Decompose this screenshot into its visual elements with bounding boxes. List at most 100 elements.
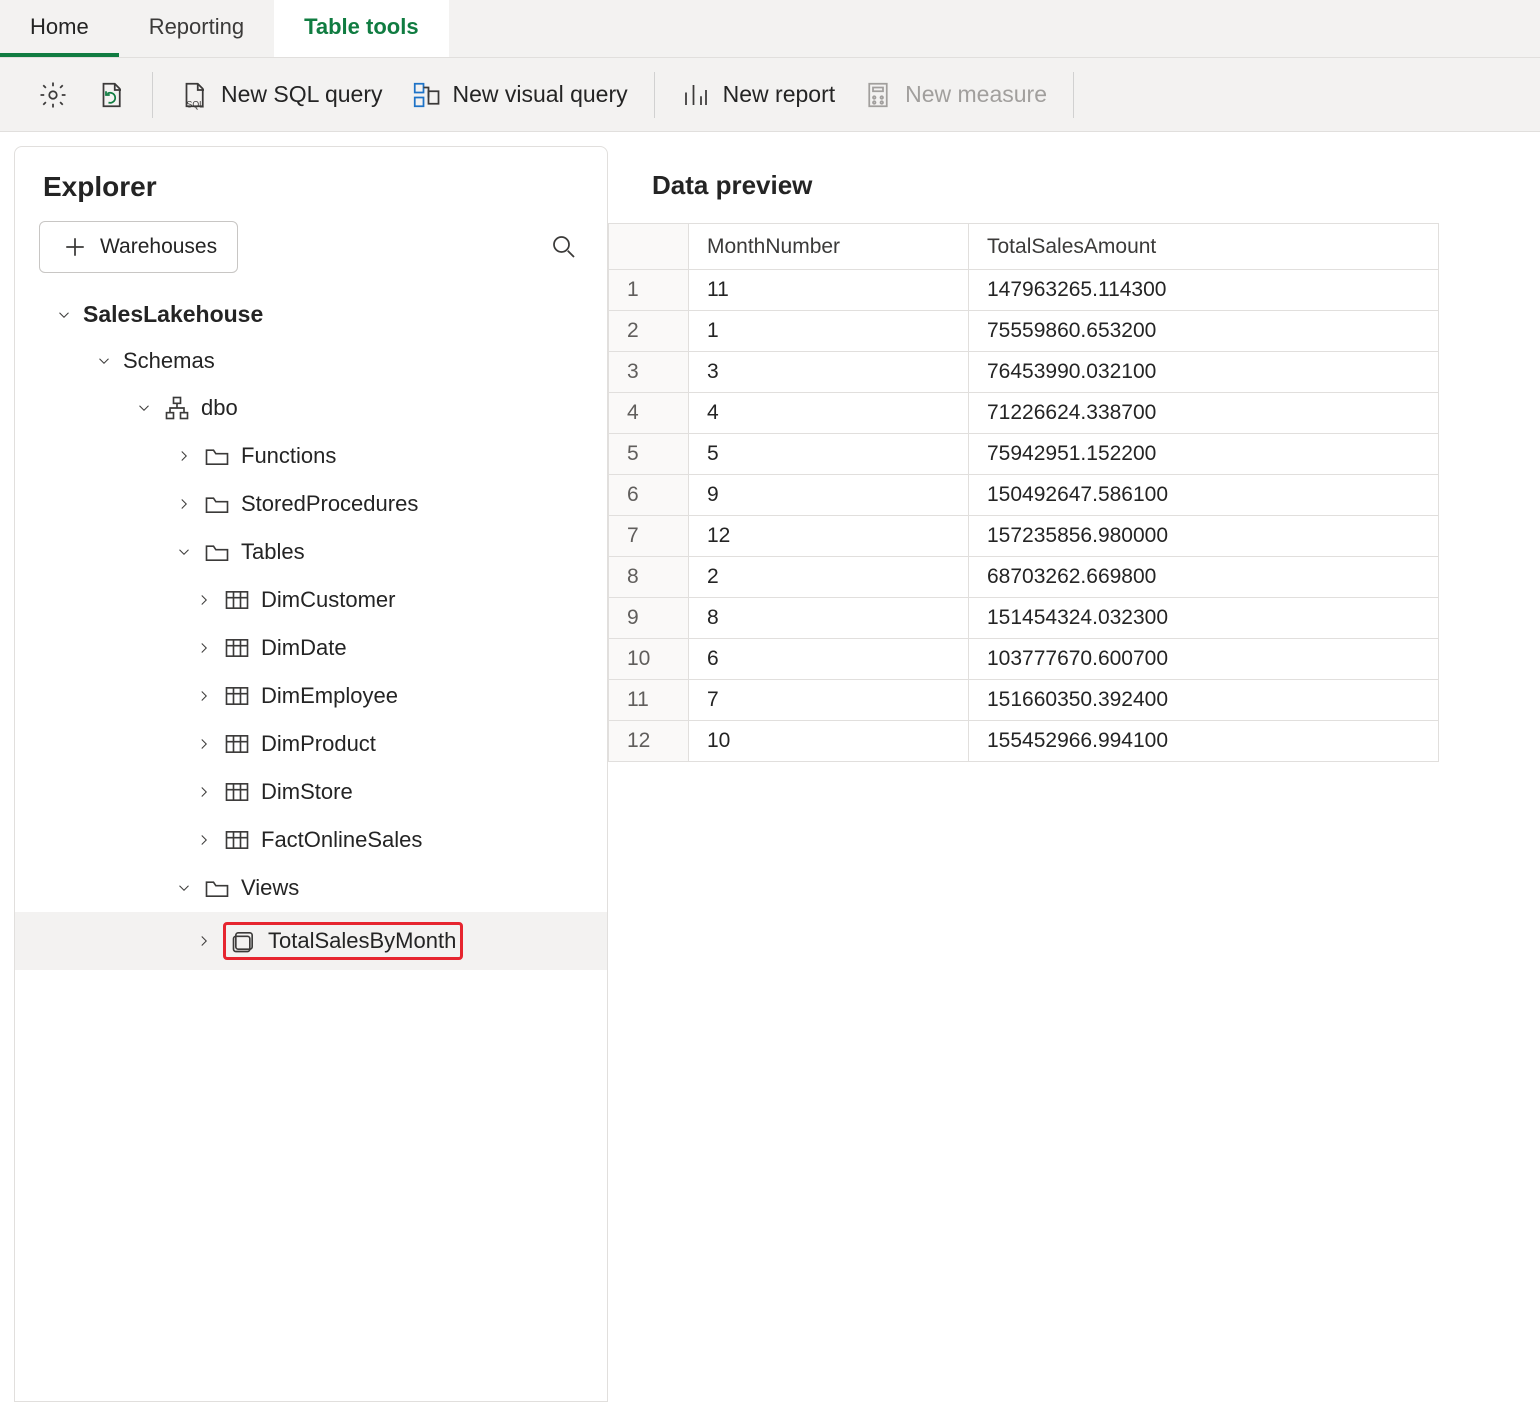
- cell-totalsalesamount[interactable]: 150492647.586100: [969, 475, 1439, 516]
- tree-node-dimdate[interactable]: DimDate: [15, 624, 607, 672]
- cell-monthnumber[interactable]: 9: [689, 475, 969, 516]
- folder-icon: [203, 442, 231, 470]
- cell-monthnumber[interactable]: 10: [689, 721, 969, 762]
- cell-monthnumber[interactable]: 2: [689, 557, 969, 598]
- table-icon: [223, 778, 251, 806]
- new-report-button[interactable]: New report: [667, 74, 849, 116]
- toolbar: SQL New SQL query New visual query New r…: [0, 58, 1540, 132]
- tree-label: Views: [241, 875, 299, 901]
- cell-monthnumber[interactable]: 12: [689, 516, 969, 557]
- cell-totalsalesamount[interactable]: 76453990.032100: [969, 352, 1439, 393]
- row-number-cell[interactable]: 6: [609, 475, 689, 516]
- row-number-cell[interactable]: 7: [609, 516, 689, 557]
- cell-totalsalesamount[interactable]: 68703262.669800: [969, 557, 1439, 598]
- tree-node-schemas[interactable]: Schemas: [15, 338, 607, 384]
- table-row[interactable]: 111147963265.114300: [609, 270, 1439, 311]
- tab-reporting[interactable]: Reporting: [119, 0, 274, 57]
- cell-monthnumber[interactable]: 1: [689, 311, 969, 352]
- tree-label: Schemas: [123, 348, 215, 374]
- new-sql-query-label: New SQL query: [221, 81, 383, 108]
- table-row[interactable]: 5575942951.152200: [609, 434, 1439, 475]
- folder-icon: [203, 538, 231, 566]
- plus-icon: [60, 232, 90, 262]
- tree-node-dimstore[interactable]: DimStore: [15, 768, 607, 816]
- row-number-cell[interactable]: 3: [609, 352, 689, 393]
- cell-monthnumber[interactable]: 3: [689, 352, 969, 393]
- cell-totalsalesamount[interactable]: 157235856.980000: [969, 516, 1439, 557]
- cell-totalsalesamount[interactable]: 75559860.653200: [969, 311, 1439, 352]
- table-row[interactable]: 106103777670.600700: [609, 639, 1439, 680]
- tab-home[interactable]: Home: [0, 0, 119, 57]
- tree-node-dimcustomer[interactable]: DimCustomer: [15, 576, 607, 624]
- column-header-totalsalesamount[interactable]: TotalSalesAmount: [969, 224, 1439, 270]
- chevron-right-icon: [191, 639, 213, 657]
- cell-monthnumber[interactable]: 7: [689, 680, 969, 721]
- row-number-cell[interactable]: 2: [609, 311, 689, 352]
- toolbar-separator: [1073, 72, 1074, 118]
- table-row[interactable]: 98151454324.032300: [609, 598, 1439, 639]
- cell-monthnumber[interactable]: 11: [689, 270, 969, 311]
- new-measure-button: New measure: [849, 74, 1061, 116]
- ribbon-tabs: Home Reporting Table tools: [0, 0, 1540, 58]
- bar-chart-icon: [681, 80, 711, 110]
- cell-totalsalesamount[interactable]: 151660350.392400: [969, 680, 1439, 721]
- tree-label: DimStore: [261, 779, 353, 805]
- tab-table-tools[interactable]: Table tools: [274, 0, 449, 57]
- row-number-header[interactable]: [609, 224, 689, 270]
- cell-totalsalesamount[interactable]: 147963265.114300: [969, 270, 1439, 311]
- tree-node-functions[interactable]: Functions: [15, 432, 607, 480]
- row-number-cell[interactable]: 8: [609, 557, 689, 598]
- tree-label: DimDate: [261, 635, 347, 661]
- tree-node-views[interactable]: Views: [15, 864, 607, 912]
- chevron-down-icon: [131, 399, 153, 417]
- tree-label: dbo: [201, 395, 238, 421]
- row-number-cell[interactable]: 12: [609, 721, 689, 762]
- tree-node-saleslakehouse[interactable]: SalesLakehouse: [15, 291, 607, 338]
- row-number-cell[interactable]: 10: [609, 639, 689, 680]
- table-row[interactable]: 712157235856.980000: [609, 516, 1439, 557]
- table-row[interactable]: 4471226624.338700: [609, 393, 1439, 434]
- cell-totalsalesamount[interactable]: 155452966.994100: [969, 721, 1439, 762]
- cell-totalsalesamount[interactable]: 71226624.338700: [969, 393, 1439, 434]
- cell-monthnumber[interactable]: 4: [689, 393, 969, 434]
- refresh-button[interactable]: [82, 74, 140, 116]
- tree-node-tables[interactable]: Tables: [15, 528, 607, 576]
- tree-node-dimproduct[interactable]: DimProduct: [15, 720, 607, 768]
- row-number-cell[interactable]: 9: [609, 598, 689, 639]
- table-icon: [223, 730, 251, 758]
- tree-label: DimProduct: [261, 731, 376, 757]
- settings-button[interactable]: [24, 74, 82, 116]
- cell-totalsalesamount[interactable]: 75942951.152200: [969, 434, 1439, 475]
- tree-label: SalesLakehouse: [83, 301, 263, 328]
- tree-node-dimemployee[interactable]: DimEmployee: [15, 672, 607, 720]
- tree-label: Functions: [241, 443, 336, 469]
- cell-monthnumber[interactable]: 5: [689, 434, 969, 475]
- row-number-cell[interactable]: 1: [609, 270, 689, 311]
- new-sql-query-button[interactable]: SQL New SQL query: [165, 74, 397, 116]
- column-header-monthnumber[interactable]: MonthNumber: [689, 224, 969, 270]
- table-row[interactable]: 2175559860.653200: [609, 311, 1439, 352]
- search-button[interactable]: [545, 228, 583, 266]
- cell-monthnumber[interactable]: 8: [689, 598, 969, 639]
- tree-node-dbo[interactable]: dbo: [15, 384, 607, 432]
- new-visual-query-button[interactable]: New visual query: [397, 74, 642, 116]
- row-number-cell[interactable]: 5: [609, 434, 689, 475]
- chevron-right-icon: [191, 735, 213, 753]
- search-icon: [549, 232, 579, 262]
- table-row[interactable]: 1210155452966.994100: [609, 721, 1439, 762]
- annotation-highlight: TotalSalesByMonth: [223, 922, 463, 960]
- tree-node-storedprocedures[interactable]: StoredProcedures: [15, 480, 607, 528]
- row-number-cell[interactable]: 11: [609, 680, 689, 721]
- add-warehouses-button[interactable]: Warehouses: [39, 221, 238, 273]
- tree-node-totalsalesbymonth[interactable]: TotalSalesByMonth: [15, 912, 607, 970]
- cell-totalsalesamount[interactable]: 103777670.600700: [969, 639, 1439, 680]
- row-number-cell[interactable]: 4: [609, 393, 689, 434]
- tree-node-factonlinesales[interactable]: FactOnlineSales: [15, 816, 607, 864]
- cell-monthnumber[interactable]: 6: [689, 639, 969, 680]
- table-row[interactable]: 3376453990.032100: [609, 352, 1439, 393]
- table-row[interactable]: 8268703262.669800: [609, 557, 1439, 598]
- table-icon: [223, 826, 251, 854]
- cell-totalsalesamount[interactable]: 151454324.032300: [969, 598, 1439, 639]
- table-row[interactable]: 117151660350.392400: [609, 680, 1439, 721]
- table-row[interactable]: 69150492647.586100: [609, 475, 1439, 516]
